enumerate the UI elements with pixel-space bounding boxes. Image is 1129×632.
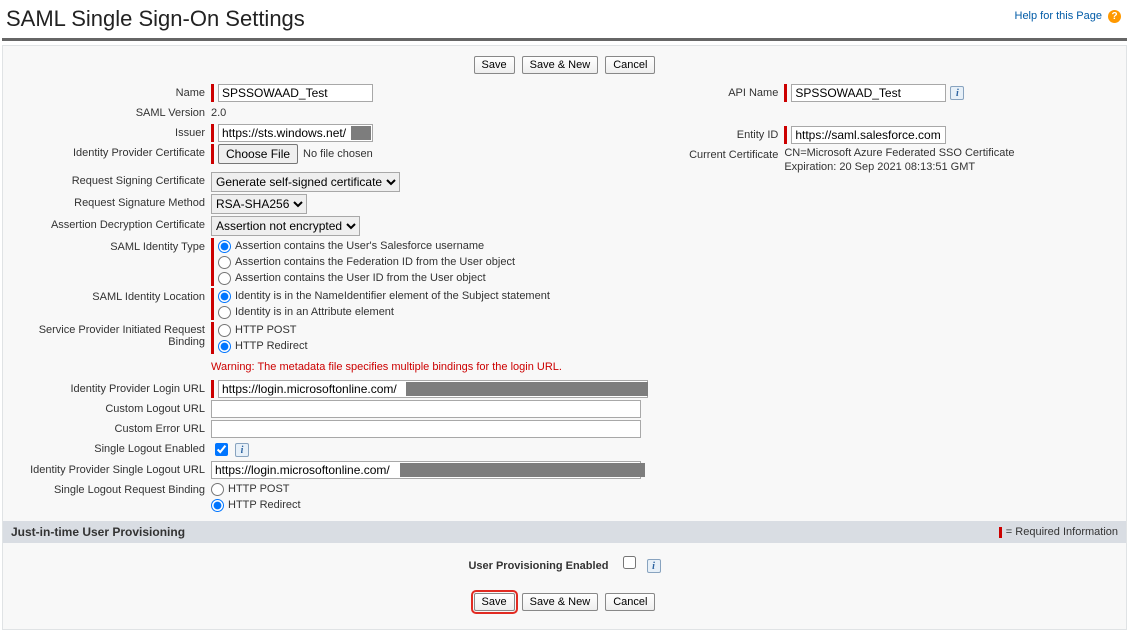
custom-error-input[interactable] [211,420,641,438]
help-link[interactable]: Help for this Page ? [1015,10,1122,23]
req-sign-cert-select[interactable]: Generate self-signed certificate [211,172,400,192]
info-icon[interactable]: i [235,443,249,457]
idp-login-url-label: Identity Provider Login URL [3,380,211,398]
api-name-input[interactable] [791,84,946,102]
req-sig-method-label: Request Signature Method [3,194,211,212]
required-legend: = Required Information [999,526,1118,538]
idp-cert-label: Identity Provider Certificate [3,144,211,162]
help-link-label: Help for this Page [1015,10,1102,22]
info-icon[interactable]: i [950,86,964,100]
slobind-radio-1[interactable] [211,499,224,512]
choose-file-button[interactable]: Choose File [218,144,298,164]
slo-binding-label: Single Logout Request Binding [3,481,211,499]
info-icon[interactable]: i [647,559,661,573]
button-row-bottom: Save Save & New Cancel [3,583,1126,619]
idloc-radio-1[interactable] [218,306,231,319]
idtype-radio-1[interactable] [218,256,231,269]
saml-identity-type-label: SAML Identity Type [3,238,211,256]
sp-binding-label: Service Provider Initiated Request Bindi… [3,322,211,348]
saml-identity-loc-label: SAML Identity Location [3,288,211,306]
name-label: Name [3,84,211,102]
user-prov-label: User Provisioning Enabled [468,560,608,572]
custom-logout-label: Custom Logout URL [3,400,211,418]
saml-version-label: SAML Version [3,104,211,122]
form-wrapper: Save Save & New Cancel Name SAML Version… [2,45,1127,630]
help-icon: ? [1108,10,1121,23]
current-cert-cn: CN=Microsoft Azure Federated SSO Certifi… [784,146,1126,160]
save-button[interactable]: Save [474,56,515,74]
no-file-text: No file chosen [303,145,373,163]
api-name-label: API Name [654,84,784,102]
issuer-input[interactable] [218,124,373,142]
save-new-button[interactable]: Save & New [522,593,599,611]
cancel-button[interactable]: Cancel [605,56,655,74]
binding-warning: Warning: The metadata file specifies mul… [211,358,562,376]
req-sign-cert-label: Request Signing Certificate [3,172,211,190]
current-cert-exp: Expiration: 20 Sep 2021 08:13:51 GMT [784,160,1126,174]
cancel-button[interactable]: Cancel [605,593,655,611]
current-cert-label: Current Certificate [654,146,784,164]
idloc-radio-0[interactable] [218,290,231,303]
page-title: SAML Single Sign-On Settings Help for th… [2,2,1127,41]
jit-row: User Provisioning Enabled i [3,543,1126,583]
name-input[interactable] [218,84,373,102]
idtype-radio-2[interactable] [218,272,231,285]
slobind-radio-0[interactable] [211,483,224,496]
user-prov-checkbox[interactable] [623,556,636,569]
jit-section-title: Just-in-time User Provisioning [11,525,185,539]
single-logout-enabled-checkbox[interactable] [215,443,228,456]
assert-dec-select[interactable]: Assertion not encrypted [211,216,360,236]
saml-version-value: 2.0 [211,104,654,122]
spbind-radio-0[interactable] [218,324,231,337]
custom-logout-input[interactable] [211,400,641,418]
entity-id-input[interactable] [791,126,946,144]
idtype-radio-0[interactable] [218,240,231,253]
entity-id-label: Entity ID [654,126,784,144]
page-title-text: SAML Single Sign-On Settings [6,6,305,31]
assert-dec-label: Assertion Decryption Certificate [3,216,211,234]
single-logout-enabled-label: Single Logout Enabled [3,440,211,458]
issuer-label: Issuer [3,124,211,142]
jit-section-bar: Just-in-time User Provisioning = Require… [3,521,1126,543]
custom-error-label: Custom Error URL [3,420,211,438]
req-sig-method-select[interactable]: RSA-SHA256 [211,194,307,214]
spbind-radio-1[interactable] [218,340,231,353]
save-new-button[interactable]: Save & New [522,56,599,74]
idp-slo-url-label: Identity Provider Single Logout URL [3,461,211,479]
save-button[interactable]: Save [474,593,515,611]
button-row-top: Save Save & New Cancel [3,46,1126,82]
